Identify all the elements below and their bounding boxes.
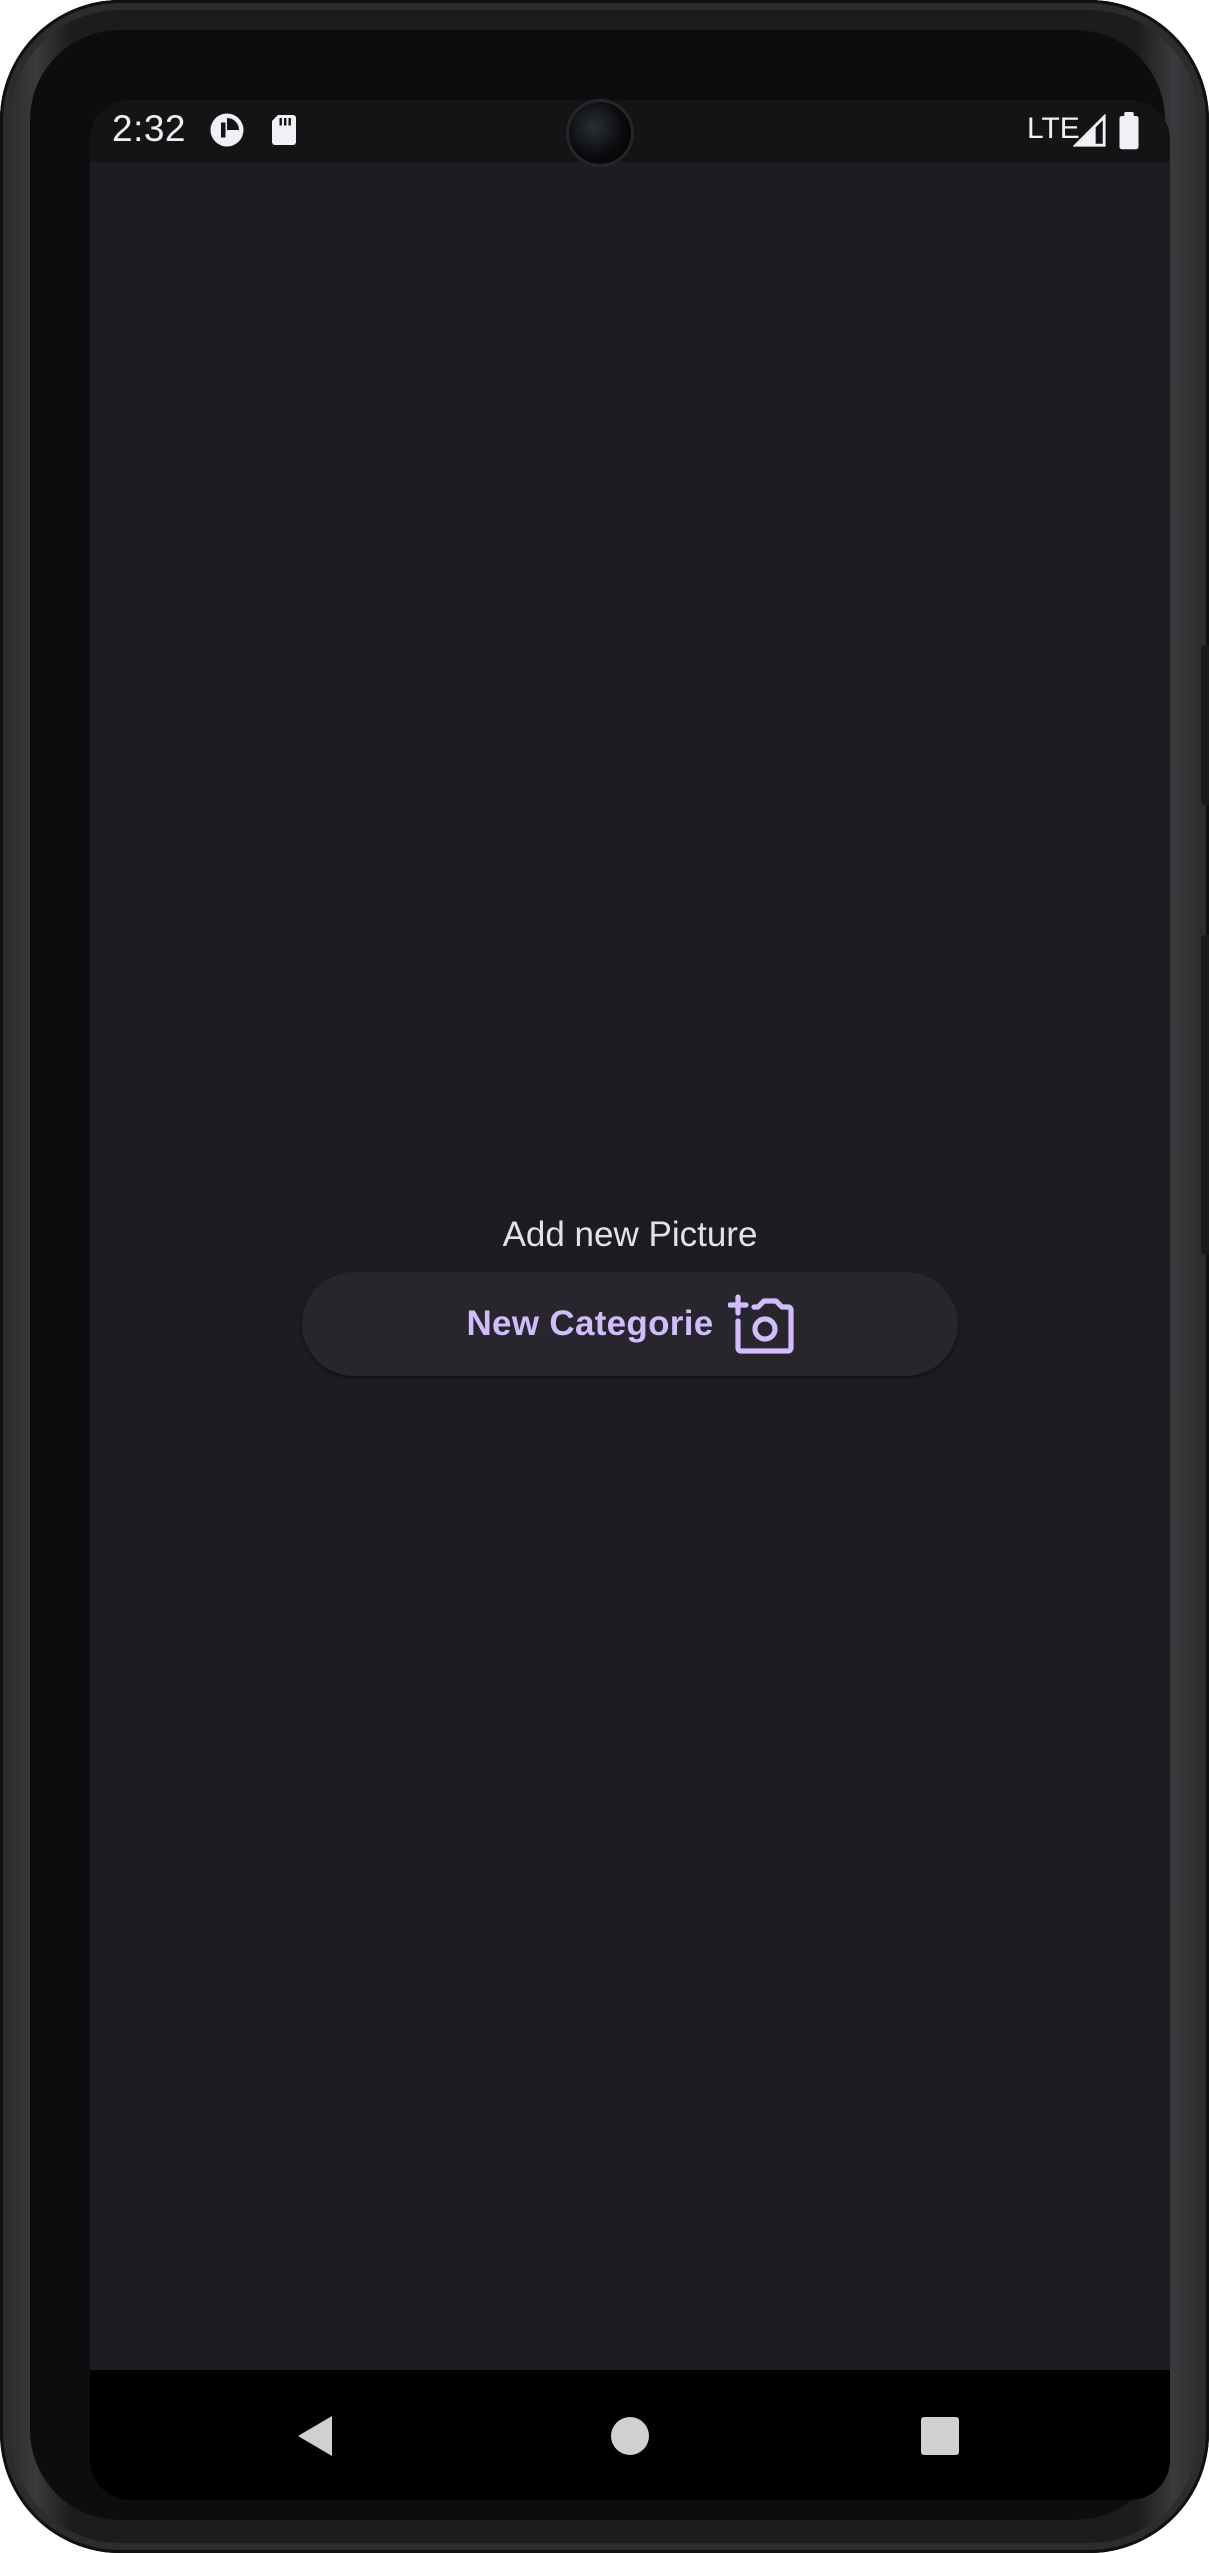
phone-frame: 2:32 LTE Add new Picture New Categorie: [0, 0, 1209, 2553]
signal-icon: [1073, 114, 1106, 147]
pinwheel-app-icon: [210, 113, 244, 147]
home-icon: [611, 2417, 649, 2455]
navigation-bar: [90, 2370, 1170, 2500]
back-button[interactable]: [274, 2396, 354, 2476]
screen: 2:32 LTE Add new Picture New Categorie: [90, 100, 1170, 2500]
page-title: Add new Picture: [502, 1215, 758, 1254]
network-type: LTE: [1027, 112, 1080, 145]
add-a-photo-icon: [727, 1294, 794, 1354]
main-content: Add new Picture New Categorie: [90, 162, 1170, 2440]
recents-button[interactable]: [900, 2396, 980, 2476]
home-button[interactable]: [590, 2396, 670, 2476]
power-button: [1201, 645, 1209, 805]
volume-rocker: [1201, 935, 1209, 1255]
recents-icon: [921, 2417, 959, 2455]
front-camera: [569, 102, 631, 164]
back-icon: [298, 2416, 332, 2456]
sd-card-icon: [272, 115, 296, 145]
phone-bezel: 2:32 LTE Add new Picture New Categorie: [30, 30, 1170, 2520]
new-category-button[interactable]: New Categorie: [302, 1272, 958, 1376]
status-time: 2:32: [112, 108, 187, 149]
new-category-button-label: New Categorie: [466, 1304, 714, 1343]
battery-icon: [1119, 112, 1139, 150]
